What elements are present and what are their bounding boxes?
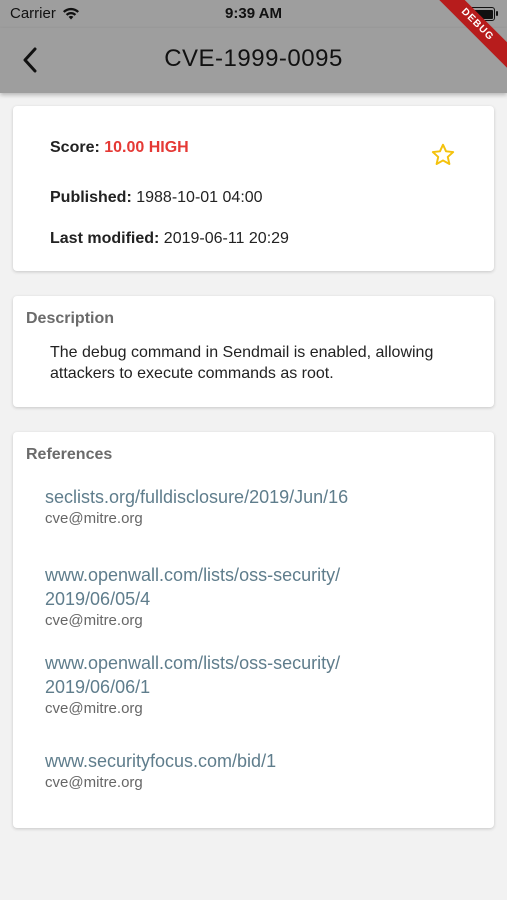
modified-label: Last modified: <box>50 230 160 247</box>
score-row: Score: 10.00 HIGH <box>50 139 189 157</box>
status-bar: Carrier 9:39 AM <box>0 0 507 28</box>
reference-item: www.openwall.com/lists/oss-security/ 201… <box>45 563 465 629</box>
reference-link[interactable]: www.openwall.com/lists/oss-security/ 201… <box>45 563 465 611</box>
status-time: 9:39 AM <box>225 5 282 22</box>
reference-link[interactable]: www.openwall.com/lists/oss-security/ 201… <box>45 651 465 699</box>
description-heading: Description <box>26 310 115 327</box>
favorite-button[interactable] <box>430 142 456 168</box>
summary-card: Score: 10.00 HIGH Published: 1988-10-01 … <box>13 106 494 271</box>
references-card: References seclists.org/fulldisclosure/2… <box>13 432 494 828</box>
description-card: Description The debug command in Sendmai… <box>13 296 494 407</box>
reference-item: www.securityfocus.com/bid/1 cve@mitre.or… <box>45 749 465 791</box>
reference-link[interactable]: seclists.org/fulldisclosure/2019/Jun/16 <box>45 485 465 509</box>
published-value: 1988-10-01 04:00 <box>136 189 263 206</box>
star-outline-icon <box>431 143 455 165</box>
reference-source: cve@mitre.org <box>45 510 143 527</box>
description-text: The debug command in Sendmail is enabled… <box>50 344 434 382</box>
app-bar: CVE-1999-0095 <box>0 28 507 93</box>
reference-item: www.openwall.com/lists/oss-security/ 201… <box>45 651 465 717</box>
modified-value: 2019-06-11 20:29 <box>163 230 289 247</box>
page-title: CVE-1999-0095 <box>164 45 343 72</box>
modified-row: Last modified: 2019-06-11 20:29 <box>50 230 289 248</box>
reference-link[interactable]: www.securityfocus.com/bid/1 <box>45 749 465 773</box>
reference-source: cve@mitre.org <box>45 700 143 717</box>
published-row: Published: 1988-10-01 04:00 <box>50 189 263 207</box>
reference-item: seclists.org/fulldisclosure/2019/Jun/16 … <box>45 485 465 527</box>
score-label: Score: <box>50 139 100 156</box>
reference-source: cve@mitre.org <box>45 774 143 791</box>
published-label: Published: <box>50 189 132 206</box>
reference-source: cve@mitre.org <box>45 612 143 629</box>
score-value: 10.00 HIGH <box>104 139 189 156</box>
references-heading: References <box>26 446 113 463</box>
